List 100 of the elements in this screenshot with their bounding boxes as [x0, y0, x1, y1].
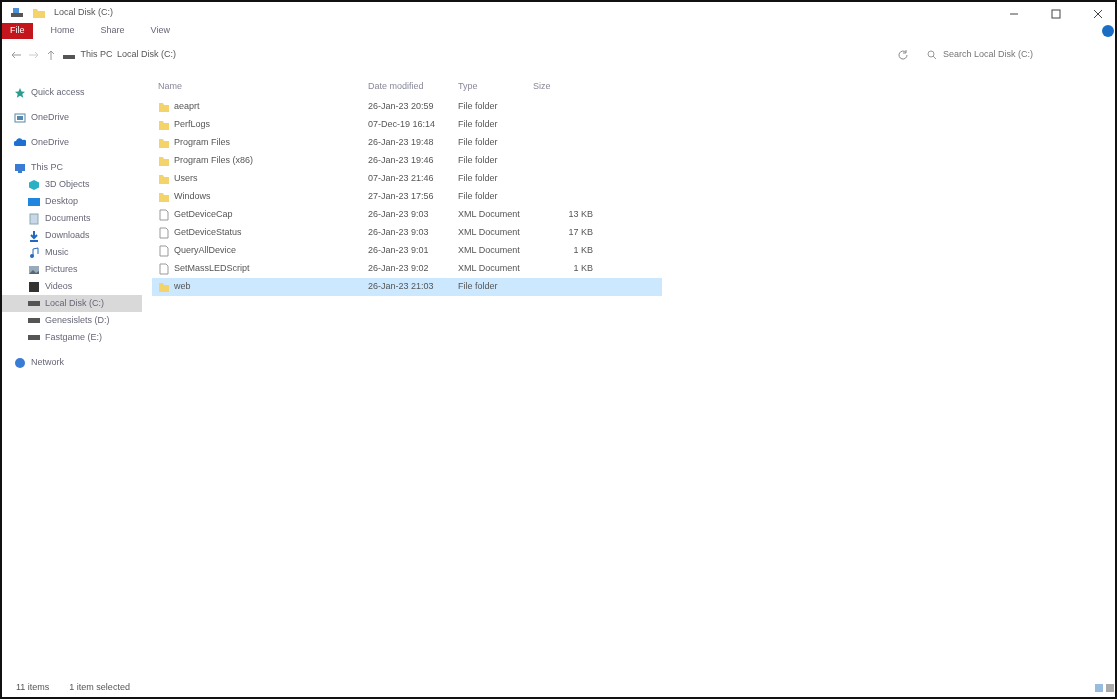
sidebar-item[interactable]: OneDrive: [2, 109, 142, 126]
music-note-icon: [28, 246, 40, 259]
help-icon: [1101, 24, 1115, 38]
drive-icon: [28, 335, 40, 340]
sidebar-item[interactable]: 3D Objects: [2, 176, 142, 193]
ribbon-tab[interactable]: File: [2, 23, 33, 39]
file-row[interactable]: GetDeviceCap 26-Jan-23 9:03 XML Document 13 KB: [152, 206, 662, 224]
file-name: Program Files: [174, 136, 230, 150]
breadcrumb-item[interactable]: This PC: [80, 48, 113, 62]
file-name: Program Files (x86): [174, 154, 254, 168]
document-icon: [158, 209, 170, 221]
type-text: XML Document: [458, 208, 521, 222]
folder-icon: [158, 155, 170, 167]
document-icon: [158, 245, 170, 257]
folder-icon: [32, 7, 46, 19]
view-toggle-icon: [1095, 683, 1115, 693]
type-text: File folder: [458, 100, 499, 114]
network-icon: [14, 356, 26, 369]
ribbon-tab[interactable]: Home: [42, 23, 83, 39]
selection-count: 1 item selected: [69, 681, 130, 695]
sidebar-item[interactable]: Videos: [2, 278, 142, 295]
file-row[interactable]: Users 07-Jan-23 21:46 File folder: [152, 170, 662, 188]
up-arrow-icon: [46, 49, 56, 61]
size-text: 13 KB: [567, 208, 593, 222]
type-text: XML Document: [458, 226, 521, 240]
date-text: 07-Jan-23 21:46: [368, 172, 435, 186]
date-text: 26-Jan-23 9:01: [368, 244, 430, 258]
date-text: 26-Jan-23 21:03: [368, 280, 435, 294]
ribbon-tab[interactable]: View: [142, 23, 178, 39]
sidebar-item[interactable]: Fastgame (E:): [2, 329, 142, 346]
breadcrumb-item[interactable]: Local Disk (C:): [117, 48, 177, 62]
maximize-icon: [1051, 8, 1061, 19]
sidebar-item[interactable]: Desktop: [2, 193, 142, 210]
document-icon: [158, 227, 170, 239]
sidebar-item[interactable]: Local Disk (C:): [2, 295, 142, 312]
date-text: 26-Jan-23 19:48: [368, 136, 435, 150]
sidebar-item[interactable]: OneDrive: [2, 134, 142, 151]
back-arrow-icon: [10, 50, 22, 60]
column-header[interactable]: Size: [533, 80, 593, 94]
item-count: 11 items: [16, 681, 50, 695]
file-row[interactable]: Program Files 26-Jan-23 19:48 File folder: [152, 134, 662, 152]
computer-icon: [14, 161, 26, 174]
window-icon: [14, 111, 26, 124]
cube-icon: [28, 178, 40, 191]
file-name: GetDeviceStatus: [174, 226, 242, 240]
forward-arrow-icon: [28, 50, 40, 60]
type-text: File folder: [458, 172, 499, 186]
document-icon: [28, 212, 40, 225]
column-header[interactable]: Type: [458, 80, 533, 94]
file-name: GetDeviceCap: [174, 208, 233, 222]
sidebar-item[interactable]: Network: [2, 354, 142, 371]
sidebar-item[interactable]: Pictures: [2, 261, 142, 278]
type-text: File folder: [458, 154, 499, 168]
sidebar-item[interactable]: This PC: [2, 159, 142, 176]
drive-icon: [10, 7, 24, 19]
monitor-icon: [28, 195, 40, 208]
ribbon-tab[interactable]: Share: [92, 23, 133, 39]
file-name: SetMassLEDScript: [174, 262, 250, 276]
size-text: 1 KB: [572, 244, 593, 258]
folder-icon: [158, 281, 170, 293]
file-row[interactable]: Program Files (x86) 26-Jan-23 19:46 File folder: [152, 152, 662, 170]
type-text: XML Document: [458, 244, 521, 258]
type-text: File folder: [458, 190, 499, 204]
folder-icon: [158, 173, 170, 185]
type-text: XML Document: [458, 262, 521, 276]
file-name: QueryAllDevice: [174, 244, 237, 258]
sidebar-item[interactable]: Music: [2, 244, 142, 261]
file-row[interactable]: web 26-Jan-23 21:03 File folder: [152, 278, 662, 296]
sidebar-item[interactable]: Genesislets (D:): [2, 312, 142, 329]
cloud-icon: [14, 136, 26, 149]
type-text: File folder: [458, 280, 499, 294]
file-row[interactable]: QueryAllDevice 26-Jan-23 9:01 XML Document 1 KB: [152, 242, 662, 260]
date-text: 26-Jan-23 19:46: [368, 154, 435, 168]
sidebar-item[interactable]: Quick access: [2, 84, 142, 101]
file-name: Windows: [174, 190, 211, 204]
file-row[interactable]: SetMassLEDScript 26-Jan-23 9:02 XML Document 1 KB: [152, 260, 662, 278]
date-text: 27-Jan-23 17:56: [368, 190, 435, 204]
file-row[interactable]: PerfLogs 07-Dec-19 16:14 File folder: [152, 116, 662, 134]
folder-icon: [158, 137, 170, 149]
star-icon: [14, 86, 26, 99]
file-row[interactable]: Windows 27-Jan-23 17:56 File folder: [152, 188, 662, 206]
download-icon: [28, 229, 40, 242]
folder-icon: [158, 119, 170, 131]
column-header[interactable]: Date modified: [368, 80, 458, 94]
picture-icon: [28, 263, 40, 276]
drive-icon: [28, 301, 40, 306]
file-row[interactable]: aeaprt 26-Jan-23 20:59 File folder: [152, 98, 662, 116]
date-text: 26-Jan-23 9:03: [368, 208, 430, 222]
file-name: web: [174, 280, 191, 294]
drive-icon: [28, 318, 40, 323]
file-name: Users: [174, 172, 198, 186]
folder-icon: [158, 101, 170, 113]
close-icon: [1093, 8, 1103, 19]
file-row[interactable]: GetDeviceStatus 26-Jan-23 9:03 XML Document 17 KB: [152, 224, 662, 242]
sidebar-item[interactable]: Documents: [2, 210, 142, 227]
file-name: PerfLogs: [174, 118, 211, 132]
file-name: aeaprt: [174, 100, 200, 114]
column-header[interactable]: Name: [158, 80, 368, 94]
window-title: Local Disk (C:): [54, 6, 113, 20]
sidebar-item[interactable]: Downloads: [2, 227, 142, 244]
